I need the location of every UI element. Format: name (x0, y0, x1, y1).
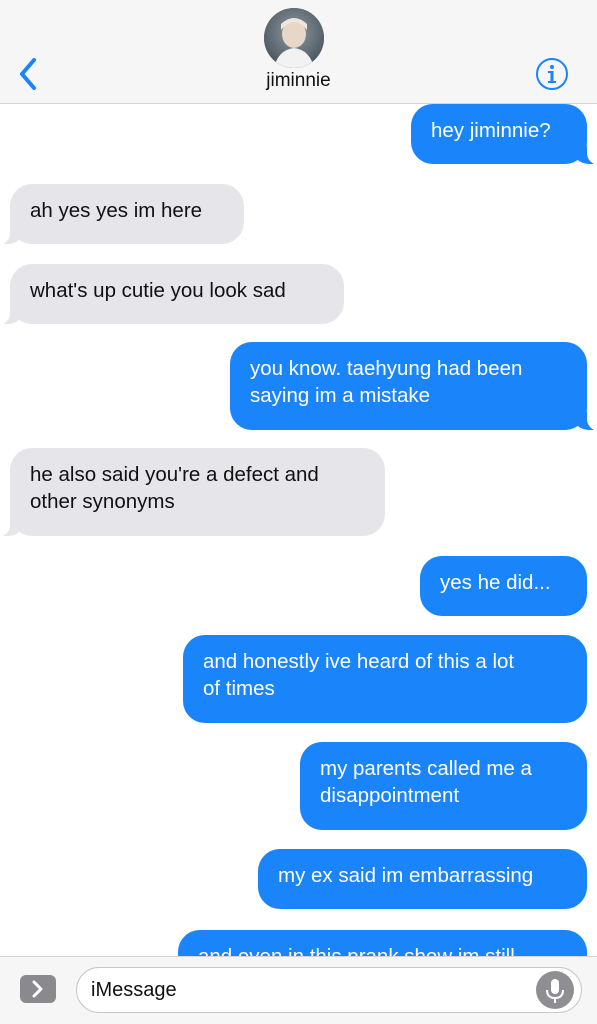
microphone-icon (546, 979, 564, 1003)
sent-message[interactable]: my parents called me a disappointment (300, 742, 587, 830)
dictation-button[interactable] (536, 971, 574, 1009)
message-text: yes he did... (440, 571, 551, 594)
avatar-photo (264, 8, 324, 68)
message-text: and honestly ive heard of this a lot of … (203, 650, 515, 700)
sent-message[interactable]: you know. taehyung had been saying im a … (230, 342, 597, 431)
contact-avatar[interactable] (264, 8, 324, 68)
info-button[interactable] (534, 56, 570, 92)
message-composer (0, 956, 597, 1024)
received-message[interactable]: ah yes yes im here (0, 184, 244, 245)
info-icon (536, 58, 568, 90)
message-text: my parents called me a disappointment (320, 757, 532, 807)
sent-message[interactable]: yes he did... (420, 556, 587, 616)
sent-message[interactable]: and even in this prank show im still (178, 930, 587, 956)
chevron-right-icon (32, 980, 43, 998)
sent-message[interactable]: my ex said im embarrassing (258, 849, 587, 909)
apps-button[interactable] (20, 975, 56, 1003)
message-thread[interactable]: hey jiminnie? ah yes yes im here what's … (0, 104, 597, 956)
message-text: ah yes yes im here (30, 199, 203, 222)
contact-name[interactable]: jiminnie (0, 70, 597, 92)
sent-message[interactable]: and honestly ive heard of this a lot of … (183, 635, 587, 723)
message-text: and even in this prank show im still (198, 943, 567, 956)
message-text: hey jiminnie? (431, 119, 551, 142)
message-text: he also said you're a defect and other s… (30, 463, 319, 513)
message-text: you know. taehyung had been saying im a … (250, 357, 523, 407)
message-text: what's up cutie you look sad (30, 279, 286, 302)
message-text: my ex said im embarrassing (278, 864, 534, 887)
sent-message[interactable]: hey jiminnie? (411, 104, 597, 165)
received-message[interactable]: what's up cutie you look sad (0, 264, 344, 325)
message-input[interactable] (76, 967, 582, 1013)
received-message[interactable]: he also said you're a defect and other s… (0, 448, 385, 537)
conversation-header: jiminnie (0, 0, 597, 104)
